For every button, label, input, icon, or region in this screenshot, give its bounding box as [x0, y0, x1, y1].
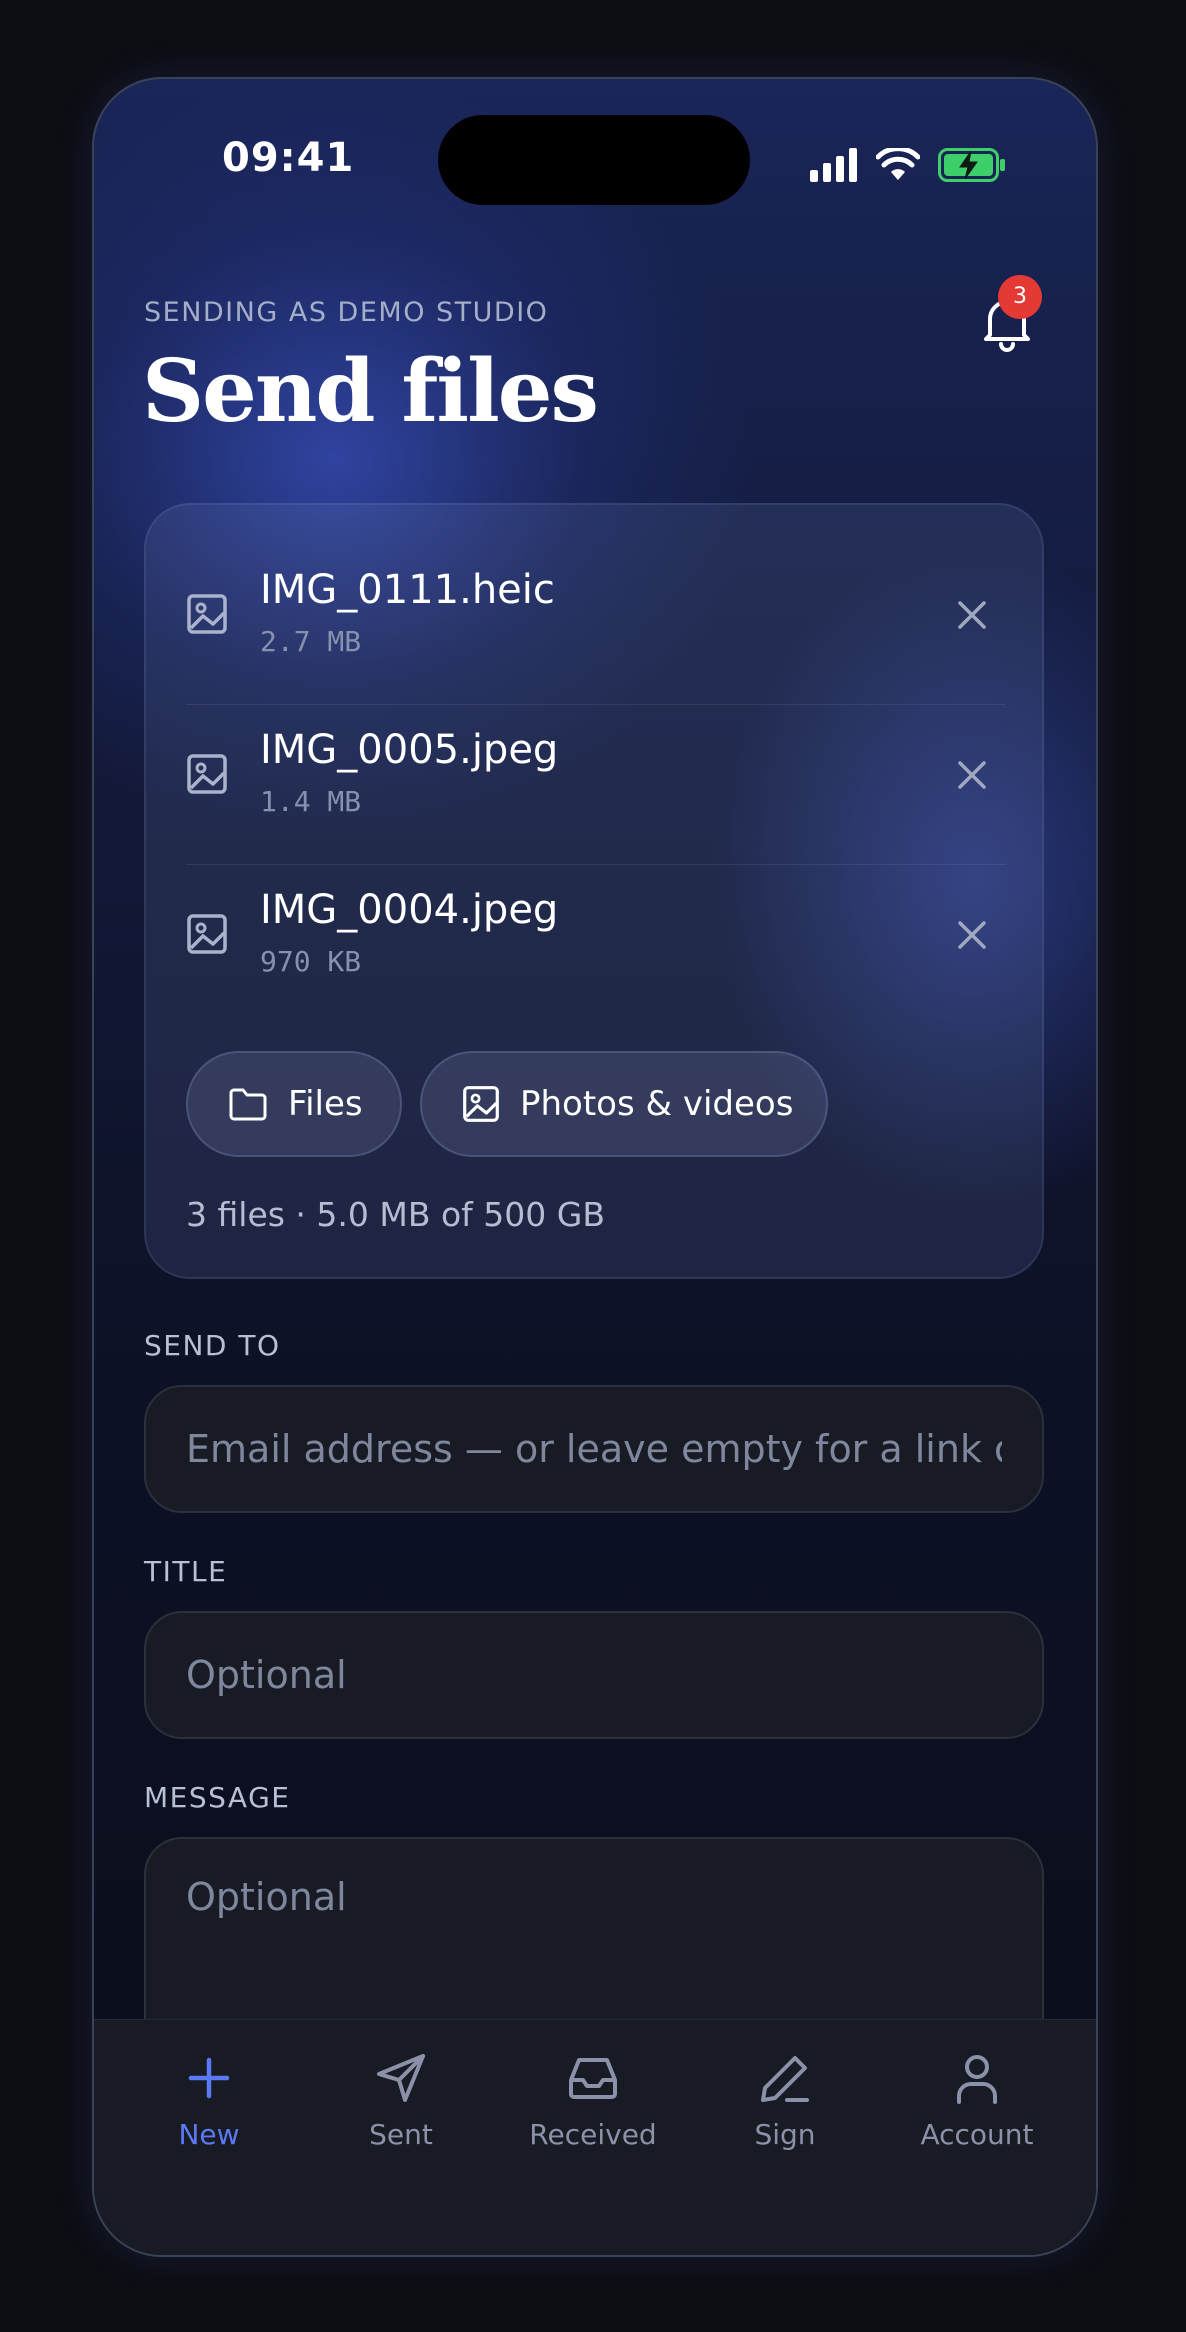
wifi-icon [876, 148, 920, 180]
dynamic-island [438, 115, 750, 205]
user-icon [957, 2055, 997, 2104]
tab-label: New [178, 2118, 240, 2151]
remove-file-icon[interactable] [946, 749, 998, 801]
image-file-icon [187, 594, 227, 634]
tab-sign[interactable]: Sign [690, 2050, 880, 2170]
image-file-icon [187, 754, 227, 794]
title-input[interactable] [144, 1611, 1044, 1739]
file-name: IMG_0111.heic [260, 567, 555, 613]
tab-label: Received [529, 2118, 657, 2151]
recipient-email-input[interactable] [144, 1385, 1044, 1513]
tab-received[interactable]: Received [498, 2050, 688, 2170]
title-label: TITLE [144, 1555, 228, 1588]
image-file-icon [187, 914, 227, 954]
add-photos-button[interactable]: Photos & videos [420, 1051, 828, 1157]
status-icons [810, 143, 1006, 187]
remove-file-icon[interactable] [946, 909, 998, 961]
file-size: 970 KB [260, 945, 362, 978]
remove-file-icon[interactable] [946, 589, 998, 641]
pen-icon [761, 2056, 809, 2102]
tab-sent[interactable]: Sent [306, 2050, 496, 2170]
battery-charging-icon [938, 148, 1005, 182]
inbox-icon [569, 2058, 617, 2099]
file-item: IMG_0005.jpeg 1.4 MB [186, 705, 1006, 865]
tab-account[interactable]: Account [882, 2050, 1072, 2170]
tab-label: Account [920, 2118, 1034, 2151]
file-name: IMG_0004.jpeg [260, 887, 559, 933]
file-size: 2.7 MB [260, 625, 362, 658]
file-size: 1.4 MB [260, 785, 362, 818]
notification-badge: 3 [998, 275, 1042, 319]
plus-icon [188, 2057, 230, 2099]
add-files-button[interactable]: Files [186, 1051, 402, 1157]
status-time: 09:41 [222, 135, 355, 181]
file-item: IMG_0004.jpeg 970 KB [186, 865, 1006, 1025]
cellular-signal-icon [810, 148, 857, 182]
file-card: IMG_0111.heic 2.7 MB IMG_0005.jpeg 1.4 M… [144, 503, 1044, 1279]
tab-label: Sign [754, 2118, 816, 2151]
tab-label: Sent [369, 2118, 433, 2151]
message-label: MESSAGE [144, 1781, 291, 1814]
add-files-label: Files [288, 1084, 363, 1124]
page-title: Send files [142, 341, 599, 442]
tab-new[interactable]: New [114, 2050, 304, 2170]
add-photos-label: Photos & videos [520, 1084, 794, 1124]
image-icon [463, 1086, 499, 1122]
send-icon [377, 2054, 425, 2102]
folder-icon [229, 1088, 267, 1121]
sender-label: SENDING AS DEMO STUDIO [144, 297, 549, 328]
upload-summary: 3 files · 5.0 MB of 500 GB [186, 1195, 605, 1234]
send-to-label: SEND TO [144, 1329, 281, 1362]
phone-frame: 09:41 SENDING AS DEMO STUDIO Send files … [92, 77, 1098, 2257]
file-item: IMG_0111.heic 2.7 MB [186, 545, 1006, 705]
bottom-tab-bar: New Sent Received Sign Account [94, 2019, 1096, 2255]
file-name: IMG_0005.jpeg [260, 727, 559, 773]
